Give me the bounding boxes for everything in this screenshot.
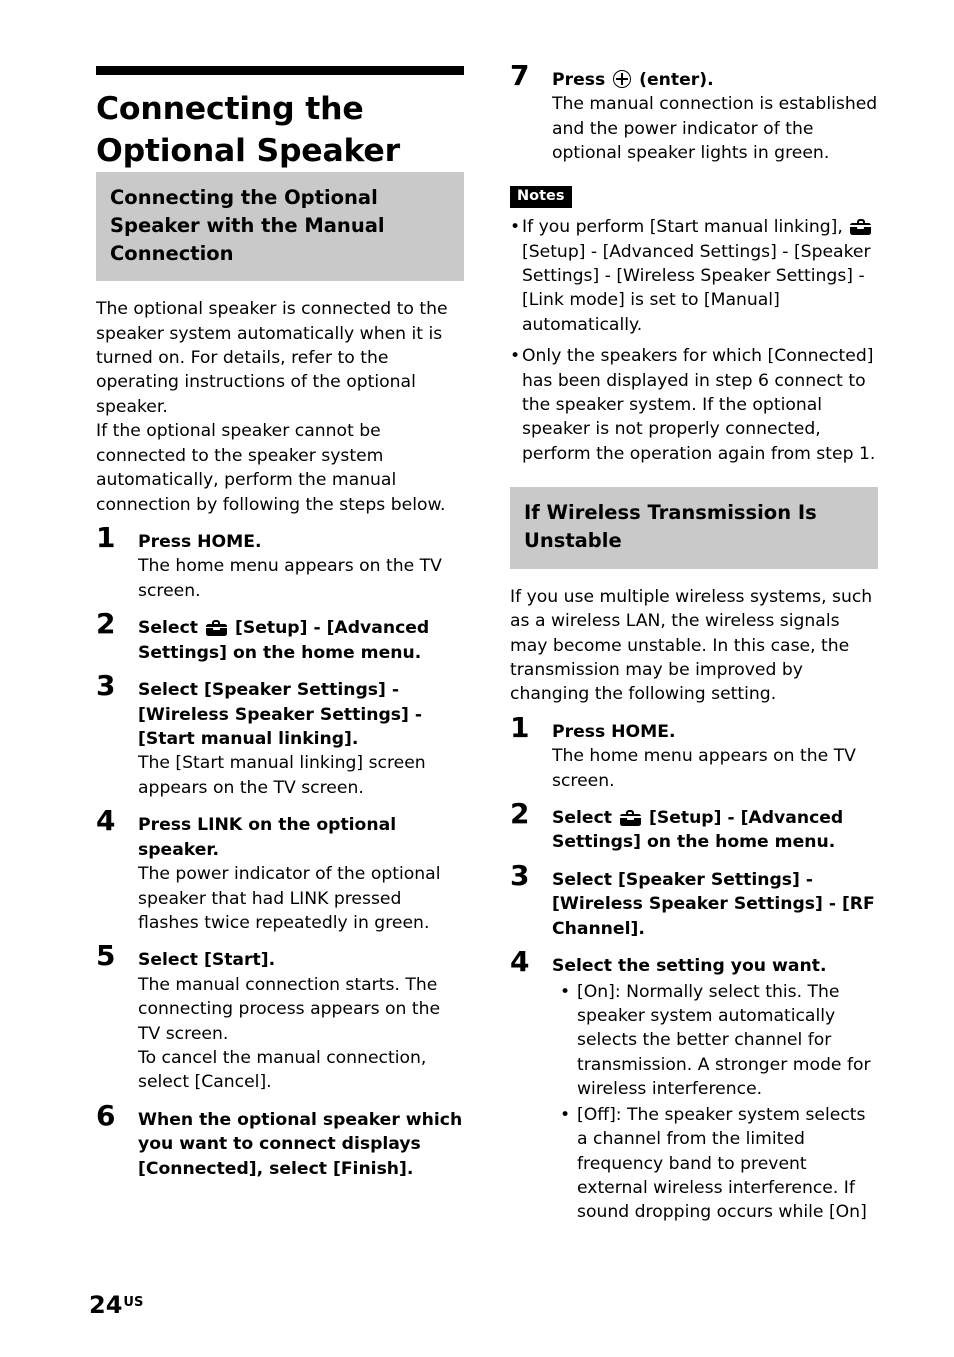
step-number: 6	[96, 1098, 116, 1132]
notes-section: Notes If you perform [Start manual linki…	[510, 185, 878, 467]
step-title: Press HOME.	[138, 532, 262, 553]
right-column: 7 Press (enter). The manual connection i…	[510, 0, 878, 1225]
toolbox-icon	[205, 620, 227, 637]
step-item: 2 Select [Setup] - [Advanced Settings] o…	[510, 800, 878, 855]
intro-paragraph-1: The optional speaker is connected to the…	[96, 299, 448, 417]
page-number-suffix: US	[123, 1295, 144, 1310]
step-number: 4	[96, 804, 116, 838]
step-title-prefix: Select	[138, 618, 204, 639]
step-item: 4 Press LINK on the optional speaker. Th…	[96, 807, 464, 935]
step-number: 4	[510, 945, 530, 979]
step-number: 3	[510, 858, 530, 892]
step-title: Press (enter).	[552, 68, 878, 92]
step-body: The manual connection starts. The connec…	[138, 974, 441, 1044]
left-column: Connecting the Optional Speaker Connecti…	[96, 0, 464, 1181]
section-heading-wireless-transmission: If Wireless Transmission Is Unstable	[510, 487, 878, 569]
step-title: Select the setting you want.	[552, 956, 827, 977]
notes-badge: Notes	[510, 185, 572, 209]
step-title: Select [Start].	[138, 950, 276, 971]
page-number: 24US	[89, 1293, 143, 1317]
step-body: The home menu appears on the TV screen.	[138, 556, 442, 601]
step-item: 6 When the optional speaker which you wa…	[96, 1101, 464, 1181]
intro-text-block: The optional speaker is connected to the…	[96, 297, 464, 517]
step-body-secondary: To cancel the manual connection, select …	[138, 1048, 427, 1093]
page-title: Connecting the Optional Speaker	[96, 91, 400, 169]
step-number: 7	[510, 59, 530, 92]
note-text-suffix: [Setup] - [Advanced Settings] - [Speaker…	[522, 241, 871, 335]
note-text-prefix: If you perform [Start manual linking],	[522, 217, 849, 238]
setting-option: [Off]: The speaker system selects a chan…	[560, 1103, 878, 1225]
section-heading-manual-connection: Connecting the Optional Speaker with the…	[96, 172, 464, 282]
setting-option: [On]: Normally select this. The speaker …	[560, 980, 878, 1102]
intro-paragraph: If you use multiple wireless systems, su…	[510, 586, 873, 705]
step-body: The manual connection is established and…	[552, 94, 878, 164]
step-item: 3 Select [Speaker Settings] - [Wireless …	[510, 861, 878, 941]
note-item: If you perform [Start manual linking], […	[510, 215, 878, 337]
step-item: 7 Press (enter). The manual connection i…	[510, 62, 878, 166]
chapter-title-rule	[96, 66, 464, 75]
step-item: 1 Press HOME. The home menu appears on t…	[96, 524, 464, 603]
step-item: 3 Select [Speaker Settings] - [Wireless …	[96, 672, 464, 800]
step-number: 5	[96, 939, 116, 973]
step-title: Select [Setup] - [Advanced Settings] on …	[552, 806, 878, 855]
step-title: Select [Speaker Settings] - [Wireless Sp…	[138, 680, 422, 749]
step-body: The home menu appears on the TV screen.	[552, 746, 856, 791]
step-title-prefix: Select	[552, 808, 618, 829]
step-number: 3	[96, 669, 116, 703]
step-item: 2 Select [Setup] - [Advanced Settings] o…	[96, 610, 464, 665]
step-item: 4 Select the setting you want. [On]: Nor…	[510, 948, 878, 1225]
step-body: The power indicator of the optional spea…	[138, 864, 441, 933]
step-title: Select [Setup] - [Advanced Settings] on …	[138, 616, 464, 665]
manual-page: Connecting the Optional Speaker Connecti…	[0, 0, 954, 1357]
step-number: 2	[96, 607, 116, 641]
step-item: 1 Press HOME. The home menu appears on t…	[510, 713, 878, 793]
step-number: 1	[510, 710, 530, 744]
toolbox-icon	[850, 219, 872, 236]
step-title-prefix: Press	[552, 70, 612, 90]
enter-icon	[613, 70, 632, 88]
toolbox-icon	[619, 810, 641, 827]
page-number-value: 24	[89, 1291, 123, 1319]
step-body: The [Start manual linking] screen appear…	[138, 753, 426, 798]
step-title: Select [Speaker Settings] - [Wireless Sp…	[552, 869, 875, 939]
step-number: 2	[510, 797, 530, 831]
intro-paragraph-2: If the optional speaker cannot be connec…	[96, 421, 446, 515]
step-title-suffix: (enter).	[633, 70, 714, 90]
note-item: Only the speakers for which [Connected] …	[510, 344, 878, 466]
step-title: Press LINK on the optional speaker.	[138, 815, 397, 860]
intro-text-block: If you use multiple wireless systems, su…	[510, 585, 878, 707]
step-item: 5 Select [Start]. The manual connection …	[96, 942, 464, 1095]
step-title: When the optional speaker which you want…	[138, 1109, 463, 1179]
step-number: 1	[96, 521, 116, 555]
step-title: Press HOME.	[552, 721, 676, 742]
